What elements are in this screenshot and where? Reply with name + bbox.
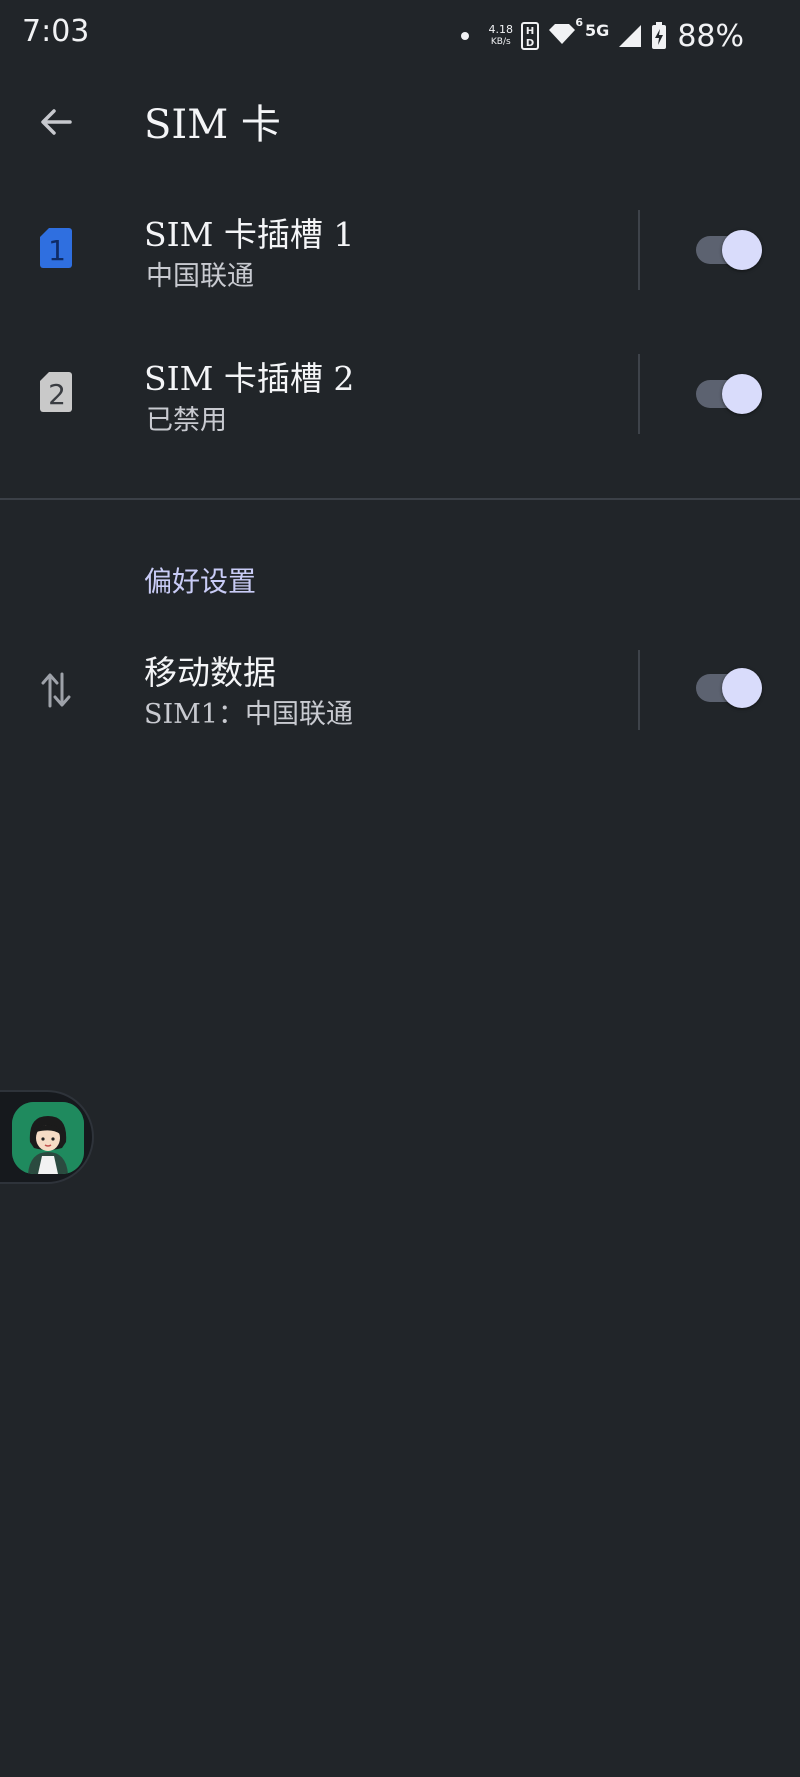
- app-bar: SIM 卡: [0, 72, 800, 172]
- sim-slot-1-subtitle: 中国联通: [146, 261, 254, 292]
- sim-card-1-number: 1: [48, 234, 66, 267]
- wifi-icon: [549, 24, 576, 44]
- sim-slot-2-subtitle: 已禁用: [146, 405, 227, 436]
- status-time: 7:03: [22, 14, 90, 49]
- network-type: 5G: [585, 20, 610, 40]
- sim-card-1-icon: 1: [36, 226, 76, 270]
- notification-dot-icon: [460, 32, 469, 40]
- hd-icon: H D: [521, 22, 540, 50]
- status-icons: 4.18 KB/s H D 6 5G 88%: [460, 16, 744, 56]
- back-button[interactable]: [28, 98, 84, 146]
- divider: [638, 650, 640, 730]
- sim-slot-1-toggle[interactable]: [696, 226, 762, 274]
- battery-percent: 88%: [677, 18, 744, 54]
- floating-assistant-bubble[interactable]: [0, 1090, 94, 1184]
- data-transfer-icon: [36, 668, 76, 712]
- sim-slot-2-row[interactable]: 2 SIM 卡插槽 2 已禁用: [0, 322, 800, 466]
- sim-slot-2-toggle[interactable]: [696, 370, 762, 418]
- arrows-up-down-icon: [41, 672, 71, 708]
- section-divider: [0, 498, 800, 500]
- battery-charging-icon: [652, 22, 667, 49]
- mobile-data-subtitle: SIM1：中国联通: [144, 699, 353, 730]
- girl-avatar-icon: [12, 1102, 84, 1174]
- sim-slot-2-title: SIM 卡插槽 2: [144, 359, 355, 398]
- sim-slot-1-title: SIM 卡插槽 1: [144, 215, 355, 254]
- divider: [638, 354, 640, 434]
- wifi-indicator: 6: [547, 16, 583, 50]
- mobile-data-title: 移动数据: [144, 653, 276, 692]
- status-bar: 7:03 4.18 KB/s H D 6 5G 88%: [0, 0, 800, 72]
- sim-card-2-number: 2: [48, 378, 66, 411]
- svg-text:H: H: [526, 26, 534, 37]
- sim-card-1-shape: 1: [40, 228, 72, 268]
- preferences-header: 偏好设置: [144, 565, 257, 598]
- page-title: SIM 卡: [144, 102, 281, 148]
- network-speed-value: 4.18: [488, 23, 514, 36]
- mobile-data-row[interactable]: 移动数据 SIM1：中国联通: [0, 618, 800, 762]
- assistant-avatar: [12, 1102, 84, 1174]
- sim-slot-1-row[interactable]: 1 SIM 卡插槽 1 中国联通: [0, 178, 800, 322]
- wifi-generation: 6: [575, 16, 584, 29]
- toggle-thumb: [722, 230, 762, 270]
- toggle-thumb: [722, 374, 762, 414]
- mobile-data-toggle[interactable]: [696, 664, 762, 712]
- network-speed: 4.18 KB/s: [489, 24, 514, 48]
- arrow-back-icon: [41, 109, 72, 135]
- svg-text:D: D: [526, 38, 534, 49]
- sim-card-2-icon: 2: [36, 370, 76, 414]
- cell-signal-icon: [619, 25, 642, 47]
- toggle-thumb: [722, 668, 762, 708]
- sim-card-2-shape: 2: [40, 372, 72, 412]
- network-speed-unit: KB/s: [490, 37, 511, 47]
- divider: [638, 210, 640, 290]
